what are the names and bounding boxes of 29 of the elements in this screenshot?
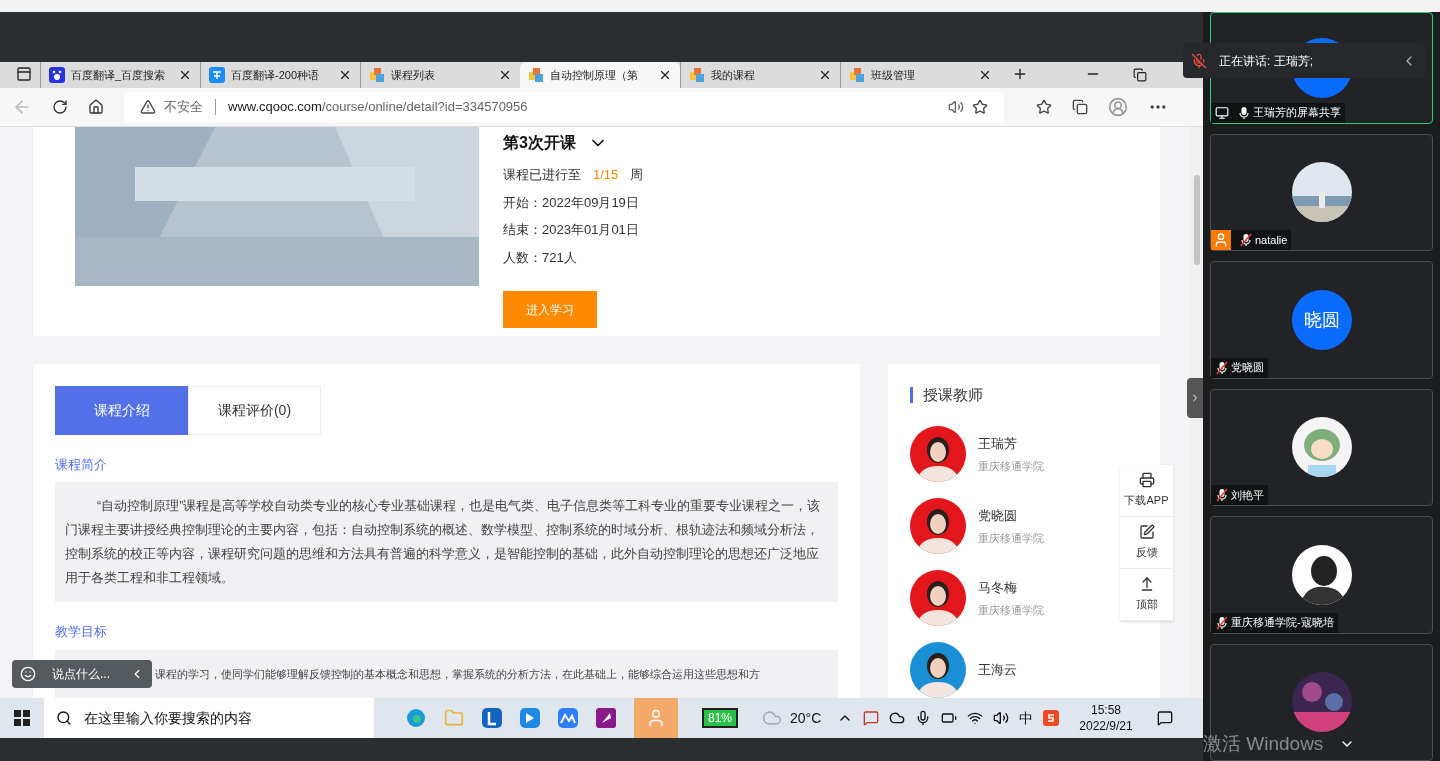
teacher-school: 重庆移通学院 — [978, 458, 1044, 474]
participant-name: 刘艳平 — [1231, 487, 1264, 503]
participant-name: 党晓圆 — [1231, 360, 1264, 376]
section-text: “自动控制原理”课程是高等学校自动类专业的核心专业基础课程，也是电气类、电子信息类等工科专业的重要专业课程之一，该门课程主要讲授经典控制理论的主要内容，包括：自动控制系统的概述、数学模型、控制系统的时域分析、根轨迹法和频域分析法，控制系统的校正等内容，课程研究问题的思维和方法具有普遍的科学意义，是智能控制的基础，此外自动控制理论的思想还广泛地应用于各类工程和非工程领域。 — [65, 498, 822, 587]
course-fact: 结束：2023年01月01日 — [503, 221, 640, 239]
activation-watermark: 激活 Windows — [1203, 732, 1324, 756]
section-heading: 课程简介 — [55, 455, 108, 474]
comment-placeholder: 说点什么... — [52, 666, 111, 683]
progress-label: 课程已进行至 — [503, 166, 581, 184]
search-placeholder: 在这里输入你要搜索的内容 — [84, 709, 252, 728]
participant-name: 重庆移通学院-寇晓培 — [1231, 615, 1334, 631]
security-label: 不安全 — [164, 98, 203, 117]
participant-name: 王瑞芳的屏幕共享 — [1253, 105, 1341, 121]
course-fact: 人数：721人 — [503, 248, 578, 267]
participant-name: natalie — [1255, 232, 1288, 248]
weather-temp: 20°C — [790, 709, 822, 728]
speaking-text: 正在讲话: 王瑞芳; — [1219, 52, 1313, 70]
battery-indicator: 81% — [702, 708, 739, 728]
panel-title: 授课教师 — [923, 384, 983, 405]
section-heading: 教学目标 — [55, 623, 108, 641]
teacher-school: 重庆移通学院 — [978, 602, 1044, 618]
teacher-school: 重庆移通学院 — [978, 530, 1044, 546]
initials-avatar: 晓圆 — [1291, 289, 1352, 350]
progress-value: 1/15 — [593, 166, 619, 184]
progress-unit: 周 — [630, 166, 644, 184]
course-fact: 开始：2022年09月19日 — [503, 193, 640, 212]
section-text: 课程的学习，使同学们能够理解反馈控制的基本概念和思想，掌握系统的分析方法，在此基础上，能够综合运用这些思想和方 — [155, 666, 761, 682]
session-title: 第3次开课 — [503, 133, 576, 153]
url-text: www.cqooc.com/course/online/detail?id=334570956 — [228, 98, 528, 117]
